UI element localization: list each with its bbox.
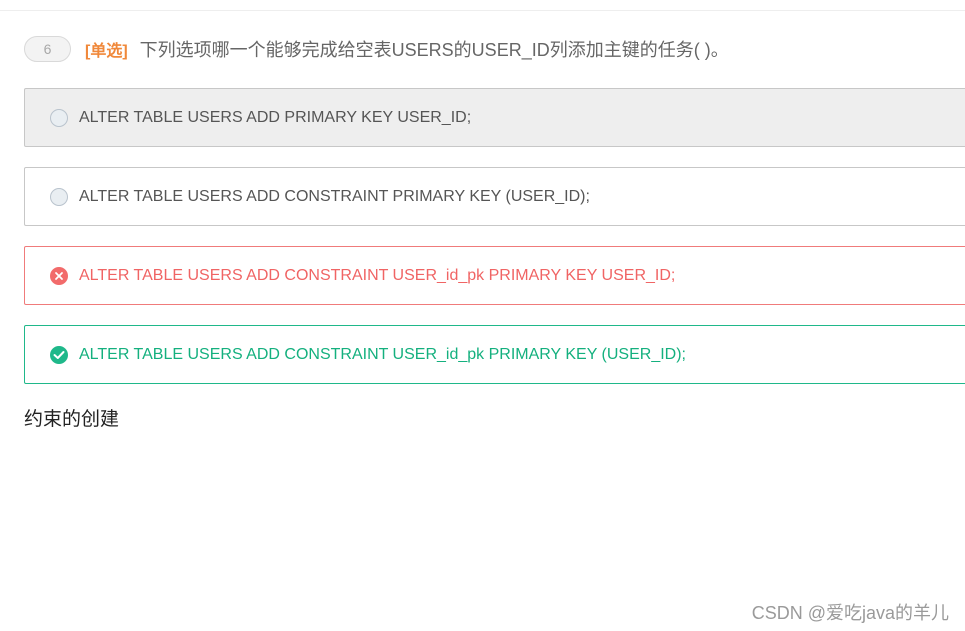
- note-text: 约束的创建: [24, 409, 120, 430]
- top-divider: [0, 10, 965, 11]
- radio-button-icon[interactable]: [50, 108, 68, 127]
- question-text: 下列选项哪一个能够完成给空表USERS的USER_ID列添加主键的任务( )。: [139, 40, 729, 60]
- option-c[interactable]: ALTER TABLE USERS ADD CONSTRAINT USER_id…: [24, 246, 965, 305]
- option-a-text: ALTER TABLE USERS ADD PRIMARY KEY USER_I…: [79, 108, 472, 126]
- question-header: 6 [单选] 下列选项哪一个能够完成给空表USERS的USER_ID列添加主键的…: [24, 35, 729, 63]
- option-c-text: ALTER TABLE USERS ADD CONSTRAINT USER_id…: [79, 266, 676, 284]
- option-d-text: ALTER TABLE USERS ADD CONSTRAINT USER_id…: [79, 345, 686, 363]
- option-b-text: ALTER TABLE USERS ADD CONSTRAINT PRIMARY…: [79, 187, 590, 205]
- option-d[interactable]: ALTER TABLE USERS ADD CONSTRAINT USER_id…: [24, 325, 965, 384]
- x-circle-icon: [50, 266, 68, 285]
- question-number-badge: 6: [24, 36, 71, 62]
- radio-button-icon[interactable]: [50, 187, 68, 206]
- watermark: CSDN @爱吃java的羊儿: [751, 603, 949, 623]
- option-b[interactable]: ALTER TABLE USERS ADD CONSTRAINT PRIMARY…: [24, 167, 965, 226]
- check-circle-icon: [50, 345, 68, 364]
- option-a[interactable]: ALTER TABLE USERS ADD PRIMARY KEY USER_I…: [24, 88, 965, 147]
- question-type-label: [单选]: [85, 43, 128, 60]
